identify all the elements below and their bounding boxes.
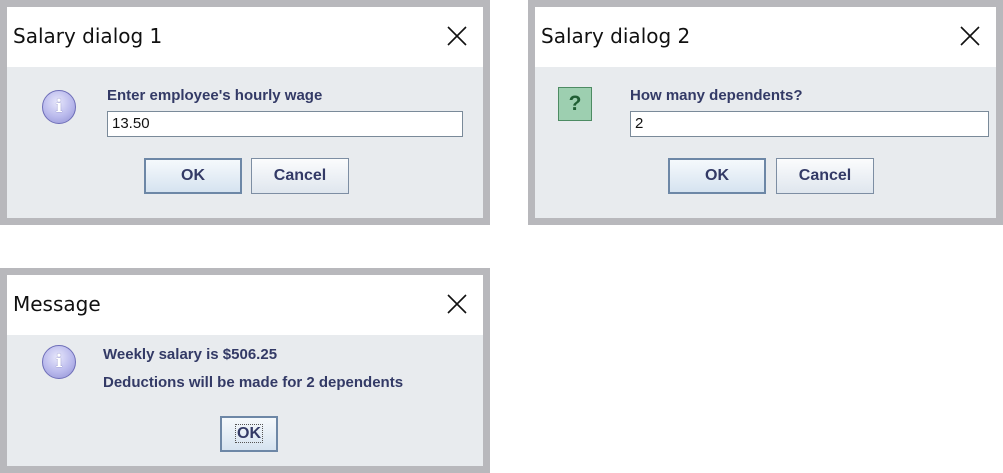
cancel-button[interactable]: Cancel: [251, 158, 349, 194]
message-dialog: Message i Weekly salary is $506.25 Deduc…: [0, 268, 490, 473]
ok-button[interactable]: OK: [144, 158, 242, 194]
deductions-message: Deductions will be made for 2 dependents: [103, 374, 404, 391]
dialog-title: Salary dialog 2: [541, 24, 691, 48]
salary-dialog-2: Salary dialog 2 ? How many dependents? 2…: [528, 0, 1003, 225]
salary-dialog-1: Salary dialog 1 i Enter employee's hourl…: [0, 0, 490, 225]
title-bar[interactable]: Salary dialog 1: [7, 7, 483, 67]
information-icon: i: [42, 345, 76, 379]
dialog-title: Salary dialog 1: [13, 24, 163, 48]
salary-message: Weekly salary is $506.25: [103, 346, 278, 363]
ok-button[interactable]: OK: [668, 158, 766, 194]
close-icon[interactable]: [443, 22, 471, 50]
title-bar[interactable]: Message: [7, 275, 483, 335]
cancel-button[interactable]: Cancel: [776, 158, 874, 194]
information-icon: i: [42, 90, 76, 124]
dialog-title: Message: [13, 292, 101, 316]
title-bar[interactable]: Salary dialog 2: [535, 7, 996, 67]
dependents-input[interactable]: 2: [630, 111, 989, 137]
hourly-wage-input[interactable]: 13.50: [107, 111, 463, 137]
prompt-label: How many dependents?: [630, 87, 803, 104]
question-icon: ?: [558, 87, 592, 121]
close-icon[interactable]: [443, 290, 471, 318]
close-icon[interactable]: [956, 22, 984, 50]
prompt-label: Enter employee's hourly wage: [107, 87, 323, 104]
ok-button[interactable]: OK: [220, 416, 278, 452]
